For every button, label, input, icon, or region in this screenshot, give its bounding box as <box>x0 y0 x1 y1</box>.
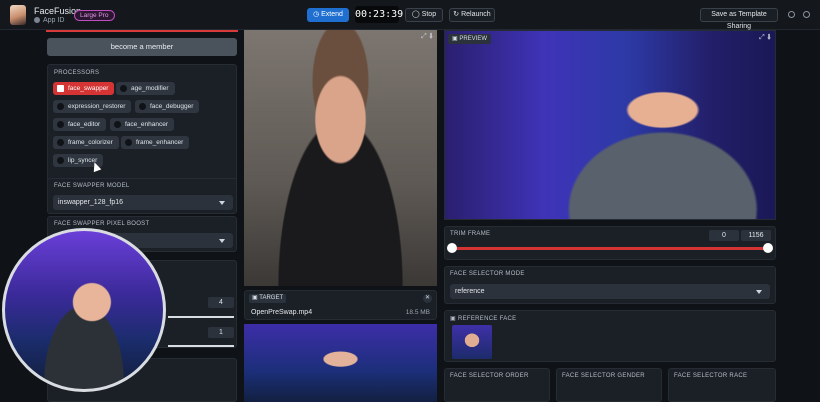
reference-face-thumbnail[interactable] <box>452 325 492 359</box>
checkbox-icon <box>57 103 64 110</box>
face-swapper-model-label: FACE SWAPPER MODEL <box>54 183 130 189</box>
chip-label: face_debugger <box>150 103 194 110</box>
select-value: inswapper_128_fp16 <box>58 199 123 206</box>
checkbox-icon <box>57 139 64 146</box>
plan-badge: Large Pro <box>74 10 115 21</box>
trim-frame-label: TRIM FRAME <box>450 231 491 237</box>
chip-label: frame_enhancer <box>136 139 184 146</box>
settings-icon[interactable] <box>803 11 810 18</box>
target-label-text: TARGET <box>259 295 284 301</box>
face-selector-order-label: FACE SELECTOR ORDER <box>450 373 529 379</box>
target-filename: OpenPreSwap.mp4 <box>251 309 313 316</box>
top-bar: FaceFusion App ID Large Pro ◷ Extend 00:… <box>0 0 820 30</box>
processor-face-swapper[interactable]: face_swapper <box>53 82 115 95</box>
become-member-button[interactable]: become a member <box>47 38 237 56</box>
face-selector-order-panel: FACE SELECTOR ORDER <box>444 368 550 402</box>
slider-a[interactable] <box>168 316 234 318</box>
number-input-b[interactable]: 1 <box>208 327 234 338</box>
app-logo <box>10 5 26 25</box>
checkbox-icon <box>139 103 146 110</box>
processor-face-enhancer[interactable]: face_enhancer <box>110 118 175 131</box>
checkbox-icon <box>57 121 64 128</box>
chip-label: frame_colorizer <box>68 139 113 146</box>
chip-label: face_enhancer <box>125 121 169 128</box>
relaunch-button[interactable]: ↻ Relaunch <box>449 8 495 22</box>
preview-image: ▣ PREVIEW ⤢ ⬇ <box>444 30 776 220</box>
source-image: ⤢ ⬇ <box>244 30 437 286</box>
select-value: reference <box>455 288 485 295</box>
source-image-controls[interactable]: ⤢ ⬇ <box>421 33 433 41</box>
face-selector-gender-panel: FACE SELECTOR GENDER <box>556 368 662 402</box>
target-video-thumbnail[interactable] <box>244 324 437 402</box>
face-selector-race-label: FACE SELECTOR RACE <box>674 373 748 379</box>
preview-label: ▣ PREVIEW <box>448 34 492 44</box>
chevron-down-icon <box>219 239 225 243</box>
trim-start-input[interactable]: 0 <box>709 230 739 241</box>
trim-end-input[interactable]: 1156 <box>741 230 771 241</box>
face-selector-mode-panel: FACE SELECTOR MODE reference <box>444 266 776 304</box>
close-icon[interactable]: ✕ <box>423 294 432 303</box>
processor-frame-colorizer[interactable]: frame_colorizer <box>53 136 119 149</box>
preview-controls[interactable]: ⤢ ⬇ <box>759 34 771 42</box>
target-filesize: 18.5 MB <box>405 309 430 316</box>
reference-face-label: ▣ REFERENCE FACE <box>450 316 517 322</box>
app-id-label: App ID <box>43 17 65 24</box>
trim-frame-panel: TRIM FRAME 0 1156 <box>444 226 776 260</box>
id-icon <box>34 17 40 23</box>
checkbox-icon <box>120 85 127 92</box>
session-timer: 00:23:39 <box>355 6 403 23</box>
trim-start-handle[interactable] <box>447 243 457 253</box>
checkbox-icon <box>57 85 64 92</box>
chevron-down-icon <box>756 290 762 294</box>
face-selector-gender-label: FACE SELECTOR GENDER <box>562 373 645 379</box>
face-selector-mode-label: FACE SELECTOR MODE <box>450 271 525 277</box>
chip-label: face_editor <box>68 121 101 128</box>
extend-button[interactable]: ◷ Extend <box>307 8 349 22</box>
chip-label: face_swapper <box>68 85 109 92</box>
face-swapper-model-select[interactable]: inswapper_128_fp16 <box>53 195 233 210</box>
stop-button[interactable]: ◯ Stop <box>405 8 443 22</box>
processors-label: PROCESSORS <box>54 70 100 76</box>
chip-label: expression_restorer <box>68 103 126 110</box>
number-input-a[interactable]: 4 <box>208 297 234 308</box>
processor-face-editor[interactable]: face_editor <box>53 118 107 131</box>
trim-end-handle[interactable] <box>763 243 773 253</box>
face-selector-race-panel: FACE SELECTOR RACE <box>668 368 776 402</box>
app-id: App ID <box>34 17 64 24</box>
processor-age-modifier[interactable]: age_modifier <box>116 82 175 95</box>
target-label: ▣ TARGET <box>249 294 287 303</box>
face-swapper-model-panel: FACE SWAPPER MODEL inswapper_128_fp16 <box>47 178 237 214</box>
extend-label: Extend <box>321 11 343 18</box>
presenter-webcam-overlay <box>2 228 166 392</box>
stop-label: Stop <box>421 11 437 18</box>
face-selector-mode-select[interactable]: reference <box>450 284 770 299</box>
discord-icon[interactable] <box>788 11 795 18</box>
slider-b[interactable] <box>168 345 234 347</box>
checkbox-icon <box>57 157 64 164</box>
reference-face-panel: ▣ REFERENCE FACE <box>444 310 776 362</box>
pixel-boost-label: FACE SWAPPER PIXEL BOOST <box>54 221 150 227</box>
progress-line <box>46 30 238 32</box>
target-panel: ▣ TARGET ✕ OpenPreSwap.mp4 18.5 MB <box>244 290 437 320</box>
preview-label-text: PREVIEW <box>459 36 488 42</box>
relaunch-label: Relaunch <box>461 11 491 18</box>
save-template-button[interactable]: Save as Template Sharing <box>700 8 778 30</box>
processor-expression-restorer[interactable]: expression_restorer <box>53 100 132 113</box>
trim-slider-track[interactable] <box>451 247 769 250</box>
reference-face-label-text: REFERENCE FACE <box>457 316 517 322</box>
chevron-down-icon <box>219 201 225 205</box>
processor-face-debugger[interactable]: face_debugger <box>135 100 200 113</box>
checkbox-icon <box>114 121 121 128</box>
processor-frame-enhancer[interactable]: frame_enhancer <box>121 136 190 149</box>
checkbox-icon <box>125 139 132 146</box>
chip-label: age_modifier <box>131 85 169 92</box>
